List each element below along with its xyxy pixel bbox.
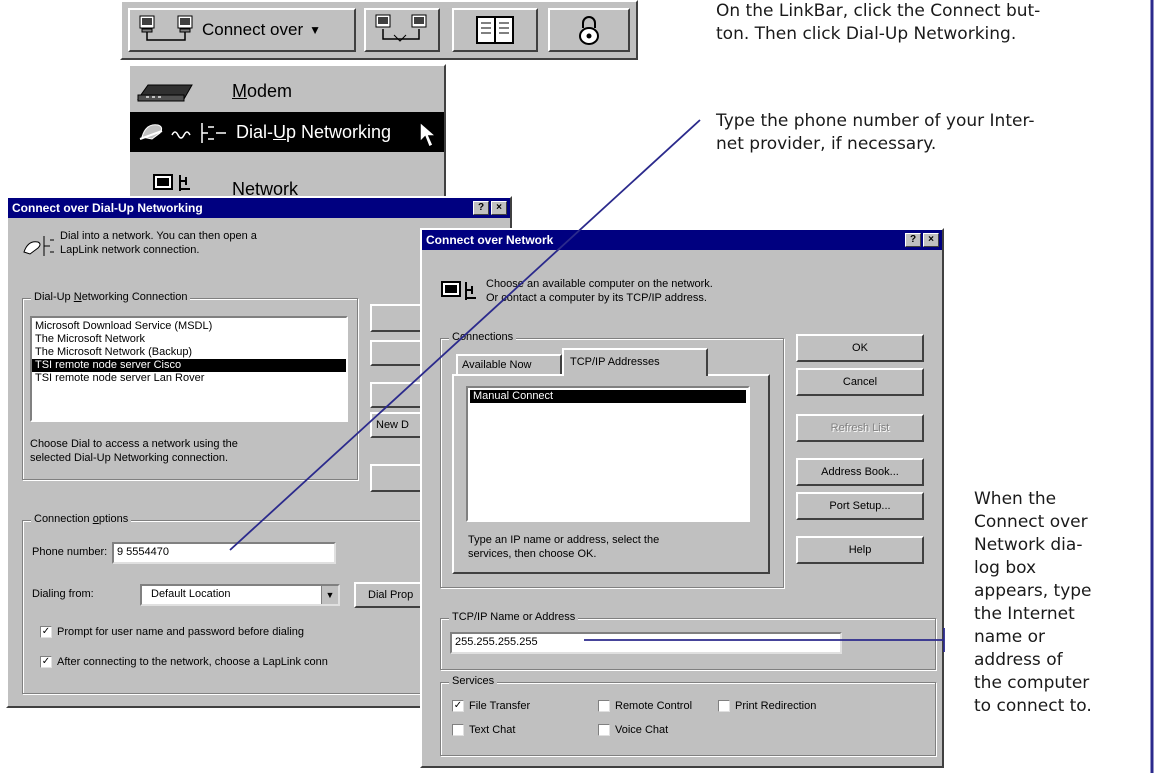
callout-step-3: When the Connect over Network dia- log b… bbox=[974, 489, 1092, 716]
callout-line-phone bbox=[229, 119, 701, 551]
tab-tcpip-addresses[interactable]: TCP/IP Addresses bbox=[562, 348, 708, 376]
callout-step-1: On the LinkBar, click the Connect but- t… bbox=[716, 1, 1041, 44]
callout-step-2: Type the phone number of your Inter- net… bbox=[716, 111, 1035, 154]
